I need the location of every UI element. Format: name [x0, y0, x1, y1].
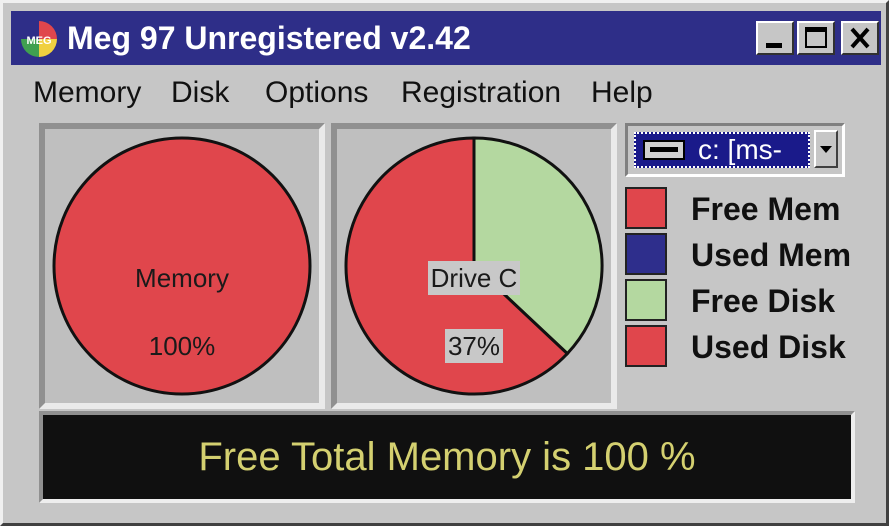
app-window: MEG Meg 97 Unregistered v2.42 Memory Dis…	[0, 0, 889, 526]
menu-registration[interactable]: Registration	[401, 75, 561, 111]
drive-select-value: c: [ms-	[698, 134, 782, 165]
disk-pie-percent: 37%	[444, 329, 504, 363]
status-text: Free Total Memory is 100 %	[198, 435, 696, 479]
close-icon	[850, 27, 870, 49]
close-button[interactable]	[841, 21, 879, 55]
menu-disk[interactable]: Disk	[171, 75, 229, 111]
drive-select-field[interactable]: c: [ms-	[634, 132, 810, 168]
menu-bar: Memory Disk Options Registration Help	[11, 71, 881, 115]
legend-swatch	[625, 187, 667, 229]
legend-label: Free Mem	[691, 191, 841, 227]
menu-memory[interactable]: Memory	[33, 75, 141, 111]
minimize-icon	[766, 43, 782, 48]
window-title: Meg 97 Unregistered v2.42	[67, 20, 471, 56]
legend-item-used-disk: Used Disk	[625, 325, 887, 369]
legend-swatch	[625, 233, 667, 275]
minimize-button[interactable]	[756, 21, 794, 55]
menu-options[interactable]: Options	[265, 75, 368, 111]
title-bar[interactable]: MEG Meg 97 Unregistered v2.42	[11, 11, 881, 65]
status-display: Free Total Memory is 100 %	[39, 411, 855, 503]
legend-item-free-disk: Free Disk	[625, 279, 887, 323]
legend-swatch	[625, 279, 667, 321]
app-logo-text: MEG	[26, 35, 51, 47]
drive-icon	[643, 140, 685, 160]
legend-swatch	[625, 325, 667, 367]
disk-pie-label: Drive C	[427, 261, 521, 295]
chevron-down-icon	[820, 146, 832, 153]
app-logo-icon[interactable]: MEG	[19, 19, 59, 59]
legend-item-used-mem: Used Mem	[625, 233, 887, 277]
memory-pie-label: Memory	[135, 263, 229, 293]
maximize-icon	[805, 27, 827, 48]
menu-help[interactable]: Help	[591, 75, 653, 111]
memory-pie-panel: Memory 100%	[39, 123, 325, 409]
memory-pie-percent: 100%	[148, 331, 216, 361]
legend-item-free-mem: Free Mem	[625, 187, 887, 231]
legend-label: Free Disk	[691, 283, 836, 319]
drive-select[interactable]: c: [ms-	[625, 123, 845, 177]
legend-label: Used Mem	[691, 237, 852, 273]
maximize-button[interactable]	[797, 21, 835, 55]
disk-pie-panel: Drive C 37%	[331, 123, 617, 409]
legend-label: Used Disk	[691, 329, 846, 365]
drive-dropdown-button[interactable]	[814, 130, 838, 168]
